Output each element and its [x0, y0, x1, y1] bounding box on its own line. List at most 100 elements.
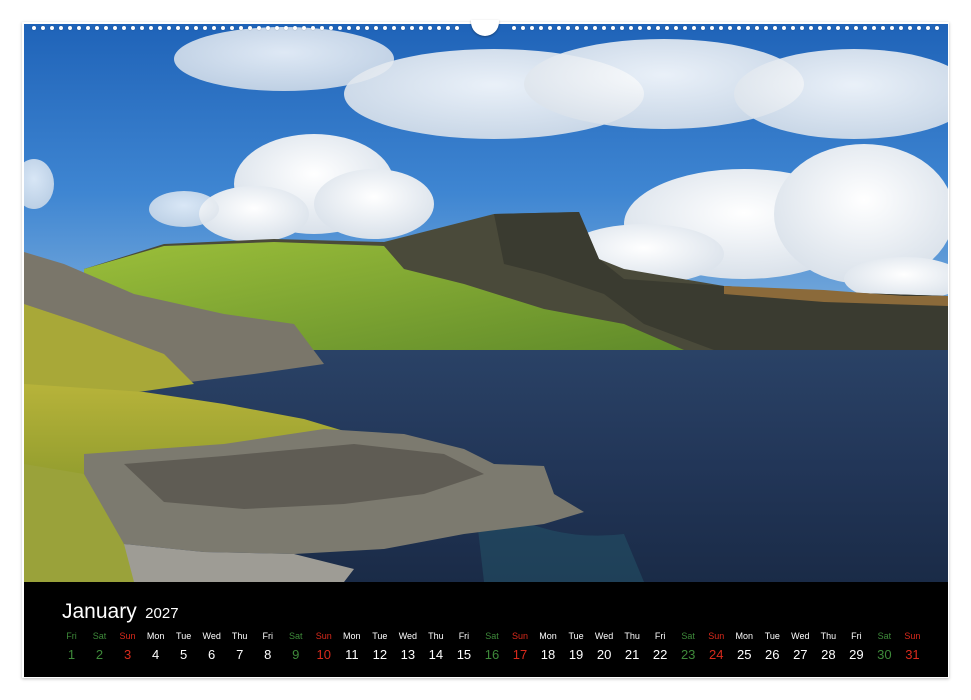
binding-hole [239, 26, 243, 30]
day-number: 4 [151, 647, 160, 662]
binding-hole [539, 26, 543, 30]
binding-hole [86, 26, 90, 30]
binding-hole [620, 26, 624, 30]
binding-hole [122, 26, 126, 30]
binding-hole [647, 26, 651, 30]
binding-hole [926, 26, 930, 30]
binding-hole [557, 26, 561, 30]
binding-hole [131, 26, 135, 30]
binding-hole [140, 26, 144, 30]
day-cell: Tue 26 [759, 629, 786, 665]
binding-hole [410, 26, 414, 30]
day-cell: Tue 12 [366, 629, 393, 665]
day-cell: Fri 8 [254, 629, 281, 665]
weekday-label: Tue [176, 631, 192, 641]
day-cell: Fri 15 [450, 629, 477, 665]
binding-hole [872, 26, 876, 30]
day-number: 22 [652, 647, 668, 662]
weekday-label: Sun [315, 631, 332, 641]
weekday-label: Mon [735, 631, 753, 641]
binding-hole [428, 26, 432, 30]
weekday-label: Tue [764, 631, 780, 641]
day-cell: Fri 22 [647, 629, 674, 665]
day-number: 1 [67, 647, 76, 662]
binding-hole [158, 26, 162, 30]
weekday-label: Wed [594, 631, 614, 641]
binding-hole [320, 26, 324, 30]
binding-hole [566, 26, 570, 30]
binding-hole [113, 26, 117, 30]
weekday-label: Fri [66, 631, 77, 641]
binding-hole [890, 26, 894, 30]
day-cell: Thu 28 [815, 629, 842, 665]
weekday-label: Sat [681, 631, 695, 641]
day-cell: Wed 27 [787, 629, 814, 665]
day-cell: Tue 19 [563, 629, 590, 665]
binding-hole [710, 26, 714, 30]
weekday-label: Wed [202, 631, 221, 641]
binding-hole [800, 26, 804, 30]
binding-hole [32, 26, 36, 30]
weekday-label: Mon [539, 631, 557, 641]
day-cell: Sat 2 [86, 629, 113, 665]
binding-hole [374, 26, 378, 30]
binding-hole [194, 26, 198, 30]
binding-hole [275, 26, 279, 30]
binding-hole [149, 26, 153, 30]
weekday-label: Wed [398, 631, 418, 641]
binding-hole [302, 26, 306, 30]
binding-hole [935, 26, 939, 30]
day-number: 21 [624, 647, 640, 662]
day-cell: Sat 16 [478, 629, 505, 665]
binding-hole [212, 26, 216, 30]
day-number: 23 [680, 647, 696, 662]
weekday-label: Sun [904, 631, 921, 641]
weekday-label: Fri [851, 631, 862, 641]
binding-hole [185, 26, 189, 30]
day-cell: Mon 4 [142, 629, 169, 665]
binding-hole [392, 26, 396, 30]
binding-hole [719, 26, 723, 30]
day-number: 13 [400, 647, 416, 662]
landscape-photo [24, 24, 948, 582]
binding-hole [41, 26, 45, 30]
day-number: 15 [456, 647, 472, 662]
day-number: 31 [905, 647, 920, 662]
weekday-label: Tue [372, 631, 388, 641]
day-cell: Sat 23 [675, 629, 702, 665]
day-number: 26 [765, 647, 780, 662]
year: 2027 [145, 605, 179, 622]
day-cell: Wed 13 [394, 629, 421, 665]
binding-hole [665, 26, 669, 30]
binding-hole [437, 26, 441, 30]
binding-hole [50, 26, 54, 30]
binding-hole [248, 26, 252, 30]
weekday-label: Fri [262, 631, 273, 641]
binding-hole [284, 26, 288, 30]
weekday-label: Wed [791, 631, 810, 641]
weekday-label: Fri [458, 631, 470, 641]
binding-hole [221, 26, 225, 30]
binding-hole [329, 26, 333, 30]
binding-hole [863, 26, 867, 30]
weekday-label: Sun [511, 631, 528, 641]
binding-holes-left [32, 26, 459, 30]
calendar-strip: January 2027 Fri 1 Sat 2 Sun 3 Mon 4 Tue 5 Wed 6 Thu… [24, 582, 948, 677]
binding-hole [455, 26, 459, 30]
weekday-label: Sat [92, 631, 107, 641]
day-number: 7 [236, 647, 244, 662]
binding-hole [59, 26, 63, 30]
binding-hole [917, 26, 921, 30]
day-number: 5 [180, 647, 188, 662]
day-cell: Mon 18 [535, 629, 562, 665]
day-number: 9 [292, 647, 300, 662]
day-cell: Tue 5 [170, 629, 197, 665]
day-cell: Thu 14 [422, 629, 449, 665]
binding-hole [593, 26, 597, 30]
binding-hole [338, 26, 342, 30]
binding-hole [737, 26, 741, 30]
binding-hole [575, 26, 579, 30]
weekday-label: Sat [485, 631, 499, 641]
day-number: 6 [208, 647, 216, 662]
binding-hole [629, 26, 633, 30]
